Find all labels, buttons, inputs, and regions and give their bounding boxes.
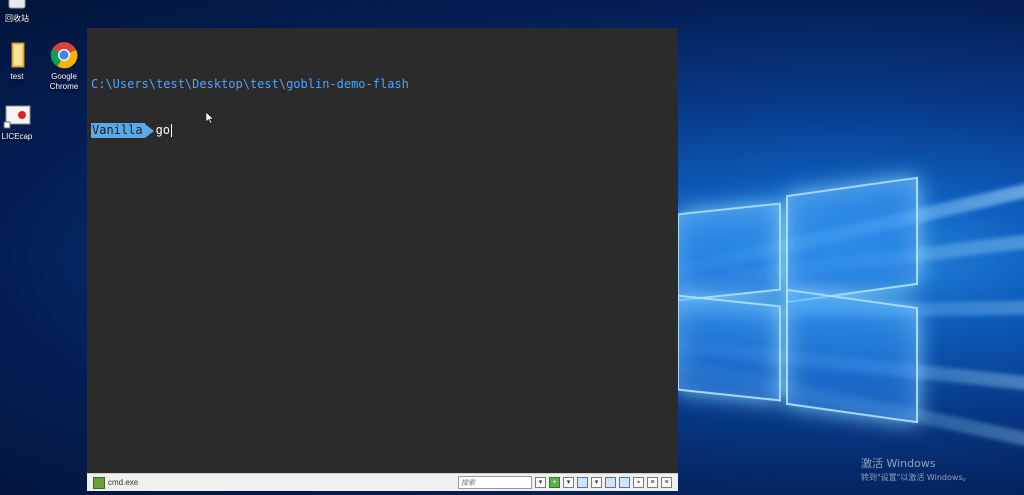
console-prompt-line[interactable]: Vanilla go <box>91 123 409 138</box>
folder-icon <box>2 40 32 70</box>
windows-logo-pane-bl <box>677 294 781 402</box>
desktop-icon-label-line2: Chrome <box>49 82 79 91</box>
console-process-icon <box>93 476 105 489</box>
console-statusbar: cmd.exe 搜索 ▾ + ▾ ▾ ▪ ≡ ≡ <box>87 473 678 491</box>
watermark-title: 激活 Windows <box>861 457 936 470</box>
windows-logo-pane-tr <box>786 176 918 304</box>
menu-icon[interactable]: ≡ <box>661 477 672 488</box>
watermark-subtitle: 转到"设置"以激活 Windows。 <box>861 473 971 482</box>
view-dropdown-icon[interactable]: ▾ <box>591 477 602 488</box>
console-input[interactable]: go <box>156 123 170 138</box>
split-button[interactable] <box>605 477 616 488</box>
text-caret <box>171 124 173 137</box>
activation-watermark: 激活 Windows 转到"设置"以激活 Windows。 <box>861 457 971 483</box>
windows-logo-pane-tl <box>677 202 781 302</box>
desktop-icon-licecap[interactable]: LICEcap <box>0 100 40 142</box>
add-dropdown-icon[interactable]: ▾ <box>563 477 574 488</box>
add-console-button[interactable]: + <box>549 477 560 488</box>
prompt-segment: Vanilla <box>91 123 145 138</box>
desktop-icon-test-folder[interactable]: test <box>0 40 40 82</box>
desktop-icon-google-chrome[interactable]: Google Chrome <box>41 40 87 92</box>
lock-icon[interactable]: ▪ <box>633 477 644 488</box>
windows-logo-pane-br <box>786 288 918 424</box>
desktop-icon-recycle-bin[interactable]: 回收站 <box>0 0 40 24</box>
recycle-bin-icon <box>2 0 32 12</box>
chrome-icon <box>49 40 79 70</box>
licecap-icon <box>2 100 32 130</box>
console-path-line: C:\Users\test\Desktop\test\goblin-demo-f… <box>91 77 409 91</box>
desktop-icon-label: 回收站 <box>5 14 29 23</box>
search-dropdown-icon[interactable]: ▾ <box>535 477 546 488</box>
layout-button[interactable] <box>619 477 630 488</box>
mouse-pointer-icon <box>205 109 215 128</box>
desktop-icon-label: test <box>10 72 24 81</box>
desktop-icon-label: LICEcap <box>1 132 33 141</box>
process-name: cmd.exe <box>108 478 139 487</box>
desktop-icon-label-line1: Google <box>51 72 77 81</box>
settings-icon[interactable]: ≡ <box>647 477 658 488</box>
view-button[interactable] <box>577 477 588 488</box>
prompt-arrow-icon <box>144 123 154 138</box>
console-window[interactable]: C:\Users\test\Desktop\test\goblin-demo-f… <box>87 28 678 473</box>
search-input[interactable]: 搜索 <box>458 476 532 489</box>
